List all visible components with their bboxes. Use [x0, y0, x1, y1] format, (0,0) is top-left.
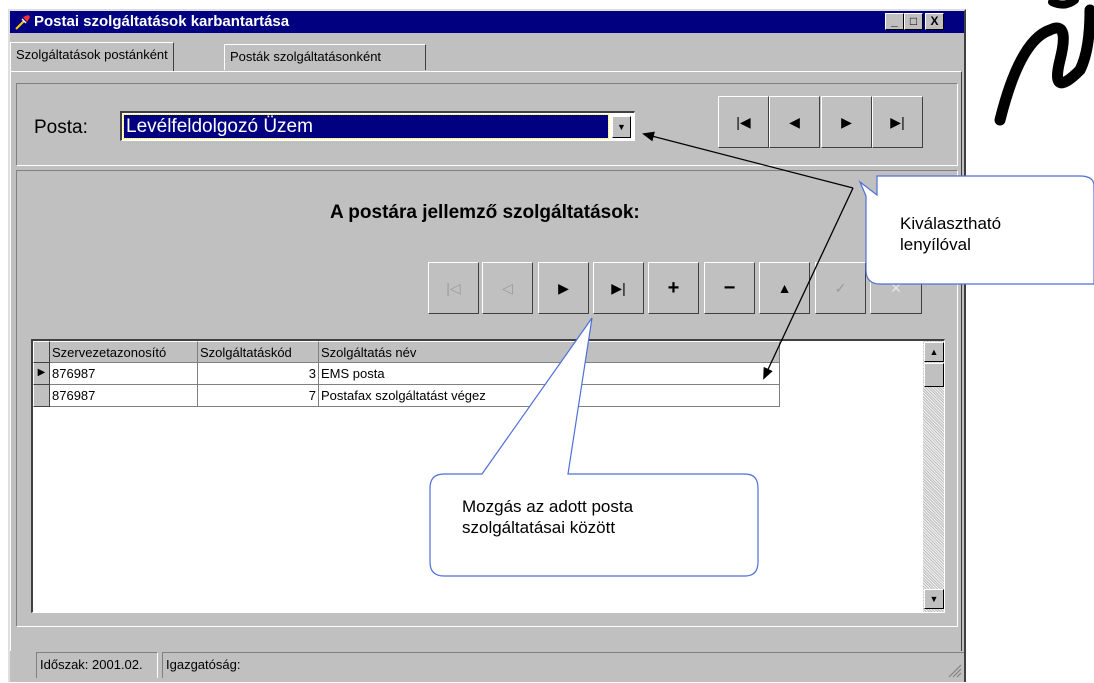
status-directorate: Igazgatóság: — [162, 652, 964, 678]
callout-dropdown-line1: Kiválasztható — [900, 214, 1002, 233]
callout-dropdown-line2: lenyílóval — [900, 235, 971, 254]
annotation-overlay — [429, 131, 1094, 577]
arrow-to-grid — [763, 187, 854, 380]
callout-navigation-line2: szolgáltatásai között — [462, 518, 616, 537]
arrow-to-dropdown — [642, 131, 854, 189]
resize-grip-icon[interactable] — [946, 662, 962, 678]
status-period: Időszak: 2001.02. — [36, 652, 158, 678]
watermark-stroke — [994, 0, 1094, 126]
callout-navigation-line1: Mozgás az adott posta — [462, 497, 634, 516]
